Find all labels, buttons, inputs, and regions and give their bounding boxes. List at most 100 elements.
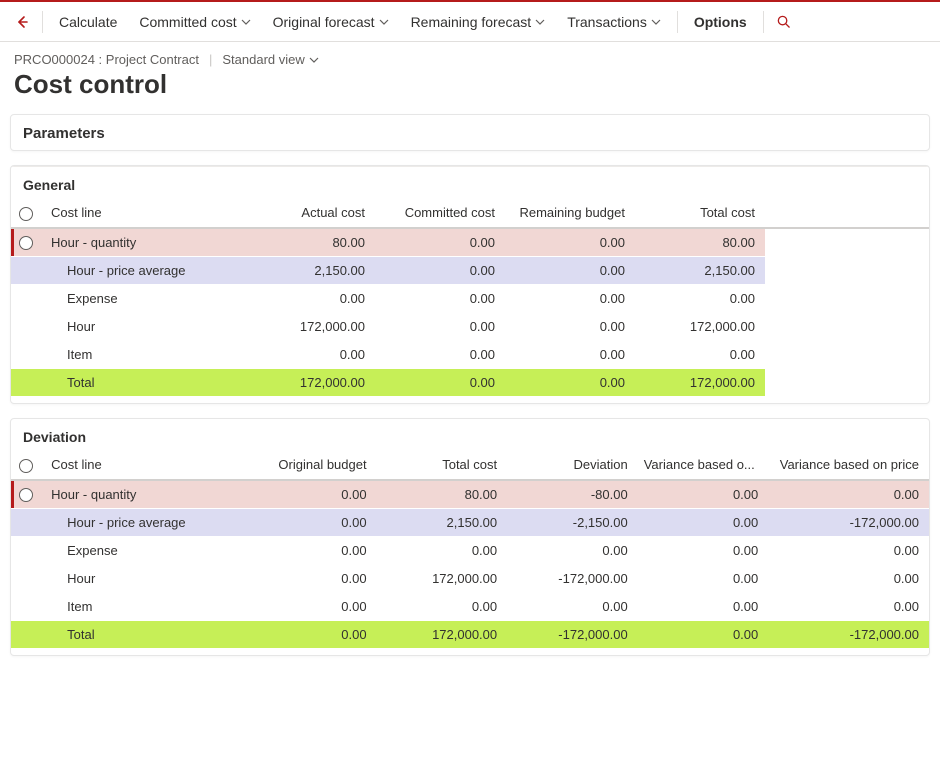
- cell-value: 0.00: [768, 565, 929, 593]
- cell-value: 0.00: [375, 285, 505, 313]
- col-total-cost[interactable]: Total cost: [635, 199, 765, 228]
- table-row[interactable]: Hour0.00172,000.00-172,000.000.000.00: [11, 565, 929, 593]
- col-original-budget[interactable]: Original budget: [246, 451, 377, 480]
- deviation-header-row: Cost line Original budget Total cost Dev…: [11, 451, 929, 480]
- cell-value: 0.00: [375, 369, 505, 397]
- original-forecast-menu[interactable]: Original forecast: [263, 10, 399, 34]
- cell-value: 0.00: [638, 537, 769, 565]
- search-button[interactable]: [770, 8, 798, 36]
- general-header[interactable]: General: [11, 166, 929, 199]
- radio-icon: [19, 207, 33, 221]
- table-row[interactable]: Item0.000.000.000.00: [11, 341, 929, 369]
- row-selector[interactable]: [11, 593, 45, 621]
- chevron-down-icon: [379, 17, 389, 27]
- table-row[interactable]: Hour - price average2,150.000.000.002,15…: [11, 257, 929, 285]
- cell-cost-line: Hour - quantity: [45, 480, 246, 509]
- cell-value: -172,000.00: [507, 621, 638, 649]
- committed-cost-menu[interactable]: Committed cost: [129, 10, 260, 34]
- cell-value: 0.00: [246, 480, 377, 509]
- row-selector[interactable]: [11, 480, 45, 509]
- col-total-cost[interactable]: Total cost: [377, 451, 508, 480]
- cell-filler: [765, 341, 929, 369]
- arrow-left-icon: [14, 14, 30, 30]
- search-icon: [776, 14, 791, 29]
- cell-cost-line: Hour - quantity: [45, 228, 245, 257]
- table-row[interactable]: Item0.000.000.000.000.00: [11, 593, 929, 621]
- cell-value: 0.00: [505, 369, 635, 397]
- options-button[interactable]: Options: [684, 10, 757, 34]
- cell-cost-line: Total: [45, 621, 246, 649]
- col-cost-line[interactable]: Cost line: [45, 199, 245, 228]
- view-switcher[interactable]: Standard view: [222, 52, 318, 67]
- cell-value: 0.00: [635, 341, 765, 369]
- row-selector[interactable]: [11, 621, 45, 649]
- cell-filler: [765, 369, 929, 397]
- cell-value: 0.00: [246, 593, 377, 621]
- cell-value: 0.00: [377, 537, 508, 565]
- row-selector[interactable]: [11, 341, 45, 369]
- table-row[interactable]: Expense0.000.000.000.00: [11, 285, 929, 313]
- table-row[interactable]: Hour - quantity80.000.000.0080.00: [11, 228, 929, 257]
- cell-value: -2,150.00: [507, 509, 638, 537]
- toolbar-separator: [42, 11, 43, 33]
- cell-value: 0.00: [246, 621, 377, 649]
- calculate-button[interactable]: Calculate: [49, 10, 127, 34]
- back-button[interactable]: [8, 8, 36, 36]
- original-forecast-label: Original forecast: [273, 14, 375, 30]
- row-selector[interactable]: [11, 369, 45, 397]
- cell-value: 0.00: [375, 257, 505, 285]
- cell-cost-line: Expense: [45, 537, 246, 565]
- col-committed-cost[interactable]: Committed cost: [375, 199, 505, 228]
- cell-value: 80.00: [377, 480, 508, 509]
- cell-value: 0.00: [246, 509, 377, 537]
- col-variance-price[interactable]: Variance based on price: [768, 451, 929, 480]
- cell-value: 0.00: [505, 228, 635, 257]
- remaining-forecast-label: Remaining forecast: [411, 14, 532, 30]
- cell-cost-line: Total: [45, 369, 245, 397]
- col-cost-line[interactable]: Cost line: [45, 451, 246, 480]
- general-grid-wrap: Cost line Actual cost Committed cost Rem…: [11, 199, 929, 403]
- cell-filler: [765, 285, 929, 313]
- row-selector[interactable]: [11, 537, 45, 565]
- select-all-header[interactable]: [11, 199, 45, 228]
- deviation-header[interactable]: Deviation: [11, 419, 929, 451]
- cell-value: 0.00: [245, 285, 375, 313]
- general-grid: Cost line Actual cost Committed cost Rem…: [11, 199, 929, 397]
- table-row[interactable]: Hour - price average0.002,150.00-2,150.0…: [11, 509, 929, 537]
- col-deviation[interactable]: Deviation: [507, 451, 638, 480]
- row-selector[interactable]: [11, 285, 45, 313]
- table-row[interactable]: Hour - quantity0.0080.00-80.000.000.00: [11, 480, 929, 509]
- col-remaining-budget[interactable]: Remaining budget: [505, 199, 635, 228]
- row-selector[interactable]: [11, 565, 45, 593]
- parameters-header[interactable]: Parameters: [11, 115, 929, 150]
- cell-value: 0.00: [246, 565, 377, 593]
- table-row[interactable]: Hour172,000.000.000.00172,000.00: [11, 313, 929, 341]
- cell-value: 80.00: [245, 228, 375, 257]
- table-row[interactable]: Expense0.000.000.000.000.00: [11, 537, 929, 565]
- cell-value: 0.00: [505, 285, 635, 313]
- page-title: Cost control: [14, 69, 926, 100]
- row-selector[interactable]: [11, 313, 45, 341]
- table-row[interactable]: Total172,000.000.000.00172,000.00: [11, 369, 929, 397]
- col-actual-cost[interactable]: Actual cost: [245, 199, 375, 228]
- col-variance-qty[interactable]: Variance based o...: [638, 451, 769, 480]
- remaining-forecast-menu[interactable]: Remaining forecast: [401, 10, 556, 34]
- cell-value: 0.00: [245, 341, 375, 369]
- row-selector[interactable]: [11, 509, 45, 537]
- cell-value: 172,000.00: [377, 621, 508, 649]
- select-all-header[interactable]: [11, 451, 45, 480]
- deviation-section: Deviation Cost line Original budget Tota…: [10, 418, 930, 656]
- transactions-menu[interactable]: Transactions: [557, 10, 671, 34]
- breadcrumb-divider: |: [209, 52, 212, 67]
- table-row[interactable]: Total0.00172,000.00-172,000.000.00-172,0…: [11, 621, 929, 649]
- cell-value: 0.00: [507, 537, 638, 565]
- row-selector[interactable]: [11, 257, 45, 285]
- cell-value: -172,000.00: [507, 565, 638, 593]
- breadcrumb: PRCO000024 : Project Contract | Standard…: [14, 52, 926, 67]
- view-label: Standard view: [222, 52, 304, 67]
- committed-cost-label: Committed cost: [139, 14, 236, 30]
- row-selector[interactable]: [11, 228, 45, 257]
- cell-value: 0.00: [768, 537, 929, 565]
- calculate-label: Calculate: [59, 14, 117, 30]
- cell-cost-line: Hour: [45, 565, 246, 593]
